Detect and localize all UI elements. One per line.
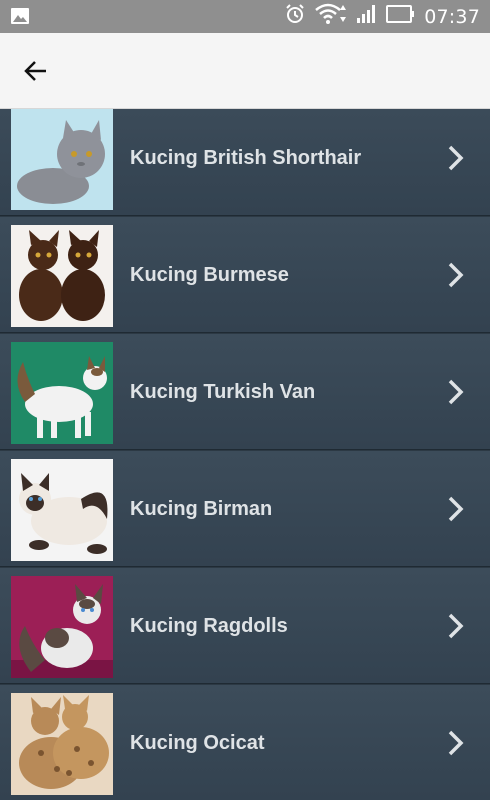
chevron-right-icon <box>444 685 468 800</box>
chevron-right-icon <box>444 451 468 567</box>
list-item-turkish-van[interactable]: Kucing Turkish Van <box>0 334 490 450</box>
cat-name: Kucing Ragdolls <box>130 614 288 637</box>
cat-name: Kucing Ocicat <box>130 731 265 754</box>
chevron-right-icon <box>444 568 468 684</box>
cat-name: Kucing British Shorthair <box>130 146 362 169</box>
image-notification-icon <box>10 7 30 25</box>
wifi-icon <box>314 2 348 31</box>
chevron-right-icon <box>444 109 468 216</box>
cat-thumbnail <box>11 576 113 678</box>
cat-thumbnail <box>11 459 113 561</box>
list-item-burmese[interactable]: Kucing Burmese <box>0 217 490 333</box>
back-button[interactable] <box>18 53 54 89</box>
status-bar: 07:37 <box>0 0 490 33</box>
cat-thumbnail <box>11 225 113 327</box>
clock-time: 07:37 <box>424 5 480 28</box>
battery-icon <box>386 4 416 29</box>
status-icons: 07:37 <box>284 2 480 31</box>
cat-name: Kucing Burmese <box>130 263 289 286</box>
cat-thumbnail <box>11 109 113 210</box>
list-item-birman[interactable]: Kucing Birman <box>0 451 490 567</box>
cat-name: Kucing Birman <box>130 497 273 520</box>
list-item-ocicat[interactable]: Kucing Ocicat <box>0 685 490 800</box>
list-item-british-shorthair[interactable]: Kucing British Shorthair <box>0 109 490 216</box>
chevron-right-icon <box>444 217 468 333</box>
alarm-icon <box>284 3 306 30</box>
chevron-right-icon <box>444 334 468 450</box>
cat-thumbnail <box>11 693 113 795</box>
cat-list: Kucing British Shorthair Kucing Burmese … <box>0 109 490 800</box>
cat-thumbnail <box>11 342 113 444</box>
signal-icon <box>356 4 378 29</box>
list-item-ragdolls[interactable]: Kucing Ragdolls <box>0 568 490 684</box>
app-toolbar <box>0 33 490 109</box>
cat-name: Kucing Turkish Van <box>130 380 316 403</box>
arrow-left-icon <box>24 61 46 81</box>
